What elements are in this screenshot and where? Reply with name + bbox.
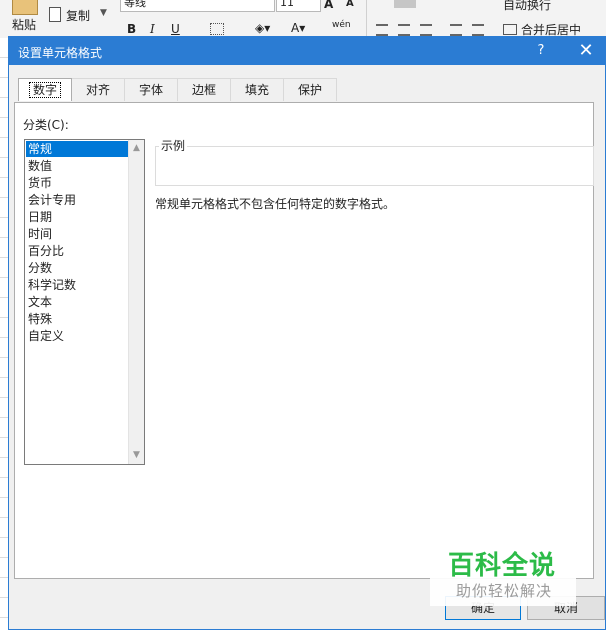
category-item-number[interactable]: 数值 (26, 158, 128, 174)
dialog-titlebar[interactable]: 设置单元格格式 ? ✕ (9, 37, 605, 65)
align-left-icon[interactable] (376, 24, 388, 36)
shrink-font-button[interactable]: A (346, 0, 354, 9)
grow-font-button[interactable]: A (324, 0, 333, 11)
format-description: 常规单元格格式不包含任何特定的数字格式。 (155, 197, 396, 211)
watermark-title: 百科全说 (448, 551, 557, 581)
number-tab-panel: 分类(C): 常规 数值 货币 会计专用 日期 时间 百分比 分数 科学记数 文… (14, 102, 594, 579)
category-item-special[interactable]: 特殊 (26, 311, 128, 327)
scroll-up-icon[interactable]: ▲ (129, 141, 144, 156)
italic-button[interactable]: I (150, 22, 155, 36)
tab-protection[interactable]: 保护 (283, 78, 337, 101)
dialog-title: 设置单元格格式 (18, 46, 103, 60)
ribbon-divider (366, 0, 367, 38)
category-label: 分类(C): (23, 118, 69, 132)
font-name-select[interactable]: 等线 (120, 0, 275, 12)
copy-icon[interactable] (49, 7, 61, 22)
increase-indent-icon[interactable] (472, 24, 484, 36)
category-scrollbar[interactable]: ▲ ▼ (128, 140, 144, 464)
font-color-label: A (291, 21, 300, 35)
phonetic-button[interactable]: wén (332, 20, 351, 30)
wrap-text-button[interactable]: 自动换行 (503, 0, 551, 13)
paste-icon[interactable] (12, 0, 38, 15)
category-item-fraction[interactable]: 分数 (26, 260, 128, 276)
category-item-text[interactable]: 文本 (26, 294, 128, 310)
merge-icon (503, 24, 517, 35)
font-size-select[interactable]: 11 (276, 0, 321, 12)
borders-icon[interactable] (210, 23, 224, 35)
tab-font[interactable]: 字体 (124, 78, 178, 101)
font-color-button[interactable]: A▾ (291, 21, 305, 35)
category-item-custom[interactable]: 自定义 (26, 328, 128, 344)
align-center-icon[interactable] (398, 24, 410, 36)
ribbon: 粘贴 复制 ▼ 等线 11 A A B I U ◈▾ A▾ wén 自动换行 合… (0, 0, 606, 39)
bold-button[interactable]: B (127, 22, 136, 36)
paste-button[interactable]: 粘贴 (12, 16, 36, 33)
sample-label: 示例 (159, 137, 188, 154)
align-right-icon[interactable] (420, 24, 432, 36)
category-item-scientific[interactable]: 科学记数 (26, 277, 128, 293)
tab-border[interactable]: 边框 (177, 78, 231, 101)
tab-number[interactable]: 数字 (18, 78, 72, 101)
category-item-time[interactable]: 时间 (26, 226, 128, 242)
scroll-down-icon[interactable]: ▼ (129, 448, 144, 463)
category-item-currency[interactable]: 货币 (26, 175, 128, 191)
tab-strip: 数字 对齐 字体 边框 填充 保护 (18, 78, 337, 102)
category-list[interactable]: 常规 数值 货币 会计专用 日期 时间 百分比 分数 科学记数 文本 特殊 自定… (24, 139, 145, 465)
help-button[interactable]: ? (527, 37, 555, 65)
category-item-general[interactable]: 常规 (26, 141, 128, 157)
category-item-percentage[interactable]: 百分比 (26, 243, 128, 259)
close-button[interactable]: ✕ (571, 37, 601, 65)
copy-dropdown-icon[interactable]: ▼ (100, 8, 107, 18)
watermark-logo: 百科全说 助你轻松解决 (430, 542, 576, 606)
tab-alignment[interactable]: 对齐 (71, 78, 125, 101)
tab-fill[interactable]: 填充 (230, 78, 284, 101)
decrease-indent-icon[interactable] (450, 24, 462, 36)
sample-box: 示例 (155, 137, 594, 186)
merge-label: 合并后居中 (521, 23, 582, 37)
category-item-accounting[interactable]: 会计专用 (26, 192, 128, 208)
category-item-date[interactable]: 日期 (26, 209, 128, 225)
tab-number-label: 数字 (28, 82, 61, 98)
fill-color-icon[interactable]: ◈▾ (255, 21, 270, 35)
top-align-button[interactable] (394, 0, 416, 8)
watermark-subtitle: 助你轻松解决 (456, 582, 553, 600)
copy-button[interactable]: 复制 (66, 7, 90, 24)
underline-button[interactable]: U (171, 22, 180, 36)
format-cells-dialog: 设置单元格格式 ? ✕ 数字 对齐 字体 边框 填充 保护 分类(C): 常规 … (8, 36, 606, 630)
